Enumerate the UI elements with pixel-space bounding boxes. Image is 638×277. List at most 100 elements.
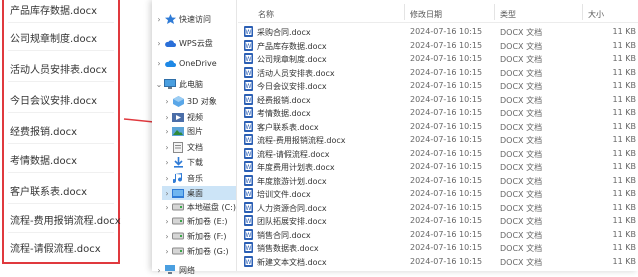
file-row[interactable]: W 公司规章制度.docx 2024-07-16 10:15 DOCX 文档 11 KB	[238, 52, 638, 65]
word-document-icon: W	[244, 201, 253, 213]
chevron-right-icon[interactable]: ›	[154, 266, 164, 275]
chevron-down-icon[interactable]: ⌄	[154, 80, 164, 89]
nav-item-label: 桌面	[187, 188, 203, 198]
word-document-icon: W	[244, 66, 253, 78]
nav-item[interactable]: › 文档	[162, 140, 236, 154]
left-list-divider	[8, 232, 114, 233]
file-row[interactable]: W 培训文件.docx 2024-07-16 10:15 DOCX 文档 11 KB	[238, 187, 638, 200]
nav-item[interactable]: › 音乐	[162, 171, 236, 185]
word-document-icon: W	[244, 188, 253, 199]
navigation-pane: › 快速访问 › WPS云盘 › OneDrive ⌄ 此电脑 › 3D 对象 › 视频 › 图片 › 文档 ›…	[152, 0, 236, 275]
file-row[interactable]: W 新建文本文档.docx 2024-07-16 10:15 DOCX 文档 11 KB	[238, 255, 638, 268]
file-row[interactable]: W 年度费用计划表.docx 2024-07-16 10:15 DOCX 文档 11 K…	[238, 160, 638, 173]
chevron-right-icon[interactable]: ›	[154, 39, 164, 48]
file-type: DOCX 文档	[500, 109, 543, 118]
file-size: 11 KB	[612, 81, 636, 90]
nav-item[interactable]: › WPS云盘	[154, 36, 236, 50]
chevron-right-icon[interactable]: ›	[154, 59, 164, 68]
nav-item[interactable]: › 新加卷 (E:)	[162, 214, 236, 228]
chevron-right-icon[interactable]: ›	[162, 217, 172, 226]
nav-item[interactable]: › 图片	[162, 124, 236, 138]
nav-item[interactable]: › 桌面	[162, 186, 236, 200]
document-icon	[172, 141, 184, 153]
left-list-divider	[8, 112, 114, 113]
column-separator[interactable]	[404, 4, 405, 20]
nav-item[interactable]: › 网络	[154, 263, 236, 277]
file-size: 11 KB	[612, 148, 636, 158]
svg-text:W: W	[246, 232, 252, 239]
file-date: 2024-07-16 10:15	[410, 256, 483, 266]
file-row[interactable]: W 团队拓展安排.docx 2024-07-16 10:15 DOCX 文档 11 KB	[238, 214, 638, 227]
chevron-right-icon[interactable]: ›	[162, 127, 172, 136]
file-date: 2024-07-16 10:15	[410, 148, 483, 158]
file-row[interactable]: W 年度旅游计划.docx 2024-07-16 10:15 DOCX 文档 11 KB	[238, 174, 638, 187]
file-type: DOCX 文档	[500, 55, 543, 64]
file-row[interactable]: W 考情数据.docx 2024-07-16 10:15 DOCX 文档 11 KB	[238, 106, 638, 119]
chevron-right-icon[interactable]: ›	[162, 174, 172, 183]
nav-item[interactable]: › OneDrive	[154, 56, 236, 70]
nav-item[interactable]: › 本地磁盘 (C:)	[162, 200, 236, 214]
file-type: DOCX 文档	[500, 28, 543, 37]
file-type: DOCX 文档	[500, 176, 543, 186]
word-document-icon: W	[244, 215, 253, 226]
word-document-icon: W	[244, 53, 253, 64]
column-header-type[interactable]: 类型	[500, 9, 516, 20]
nav-item-label: 3D 对象	[187, 96, 217, 106]
file-size: 11 KB	[612, 229, 636, 239]
file-row[interactable]: W 销售数据表.docx 2024-07-16 10:15 DOCX 文档 11 KB	[238, 241, 638, 254]
word-document-icon: W	[244, 242, 253, 253]
file-row[interactable]: W 人力资源合同.docx 2024-07-16 10:15 DOCX 文档 11 KB	[238, 201, 638, 214]
word-document-icon: W	[244, 80, 253, 91]
file-date: 2024-07-16 10:15	[410, 108, 483, 117]
file-date: 2024-07-16 10:15	[410, 189, 483, 198]
file-row[interactable]: W 今日会议安排.docx 2024-07-16 10:15 DOCX 文档 11 KB	[238, 79, 638, 92]
nav-item[interactable]: › 3D 对象	[162, 94, 236, 108]
file-date: 2024-07-16 10:15	[410, 40, 483, 50]
svg-text:W: W	[246, 178, 252, 185]
column-separator[interactable]	[582, 4, 583, 20]
nav-item-label: 本地磁盘 (C:)	[186, 202, 236, 212]
chevron-right-icon[interactable]: ›	[162, 189, 172, 198]
nav-item[interactable]: › 视频	[162, 110, 236, 124]
chevron-right-icon[interactable]: ›	[162, 158, 172, 167]
file-row[interactable]: W 采购合同.docx 2024-07-16 10:15 DOCX 文档 11 KB	[238, 25, 638, 38]
file-row[interactable]: W 经费报销.docx 2024-07-16 10:15 DOCX 文档 11 KB	[238, 93, 638, 106]
nav-item[interactable]: › 新加卷 (G:)	[162, 244, 236, 258]
nav-item[interactable]: › 下载	[162, 155, 236, 169]
nav-item[interactable]: ⌄ 此电脑	[154, 77, 236, 91]
chevron-right-icon[interactable]: ›	[162, 232, 172, 241]
file-row[interactable]: W 流程-费用报销流程.docx 2024-07-16 10:15 DOCX 文档 11…	[238, 133, 638, 146]
file-row[interactable]: W 流程-请假流程.docx 2024-07-16 10:15 DOCX 文档 11 K…	[238, 147, 638, 160]
chevron-right-icon[interactable]: ›	[162, 113, 172, 122]
file-size: 11 KB	[612, 121, 636, 131]
chevron-right-icon[interactable]: ›	[162, 203, 172, 212]
svg-text:W: W	[246, 259, 252, 266]
nav-item[interactable]: › 快速访问	[154, 12, 236, 26]
word-document-icon: W	[244, 134, 253, 145]
chevron-right-icon[interactable]: ›	[162, 143, 172, 152]
word-document-icon: W	[244, 93, 253, 105]
column-separator[interactable]	[494, 4, 495, 20]
chevron-right-icon[interactable]: ›	[162, 97, 172, 106]
file-size: 11 KB	[612, 243, 636, 252]
file-type: DOCX 文档	[500, 230, 543, 240]
chevron-right-icon[interactable]: ›	[154, 15, 164, 24]
left-list-item: 公司规章制度.docx	[10, 34, 98, 45]
file-row[interactable]: W 销售合同.docx 2024-07-16 10:15 DOCX 文档 11 KB	[238, 228, 638, 241]
file-name: 经费报销.docx	[257, 95, 311, 105]
svg-text:W: W	[246, 56, 252, 63]
chevron-right-icon[interactable]: ›	[162, 247, 172, 256]
file-type: DOCX 文档	[500, 149, 543, 159]
file-date: 2024-07-16 10:15	[410, 202, 483, 212]
word-document-icon: W	[244, 228, 253, 240]
file-row[interactable]: W 客户联系表.docx 2024-07-16 10:15 DOCX 文档 11 KB	[238, 120, 638, 133]
column-header-size[interactable]: 大小	[588, 9, 604, 20]
column-header-name[interactable]: 名称	[258, 9, 274, 20]
nav-item-label: 网络	[179, 265, 195, 275]
nav-item[interactable]: › 新加卷 (F:)	[162, 229, 236, 243]
column-header-date[interactable]: 修改日期	[410, 9, 442, 20]
file-row[interactable]: W 产品库存数据.docx 2024-07-16 10:15 DOCX 文档 11 KB	[238, 39, 638, 52]
file-row[interactable]: W 活动人员安排表.docx 2024-07-16 10:15 DOCX 文档 11 K…	[238, 66, 638, 79]
file-type: DOCX 文档	[500, 82, 543, 91]
file-date: 2024-07-16 10:15	[410, 121, 483, 131]
